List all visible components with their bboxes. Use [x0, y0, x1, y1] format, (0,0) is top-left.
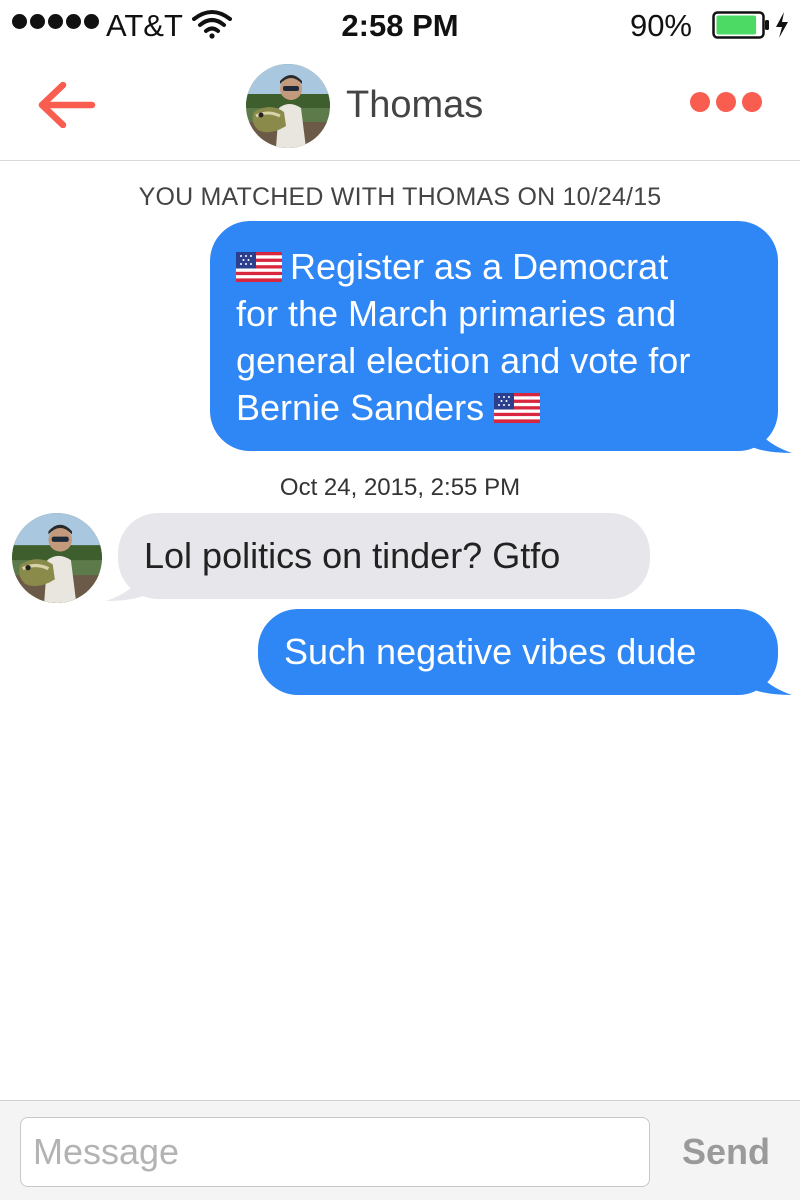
chat-screen: AT&T 2:58 PM 90% Thomas YOU MATCHED WITH… — [0, 0, 800, 1200]
message-input[interactable] — [20, 1117, 650, 1187]
status-bar: AT&T 2:58 PM 90% — [0, 0, 800, 52]
match-banner: YOU MATCHED WITH THOMAS ON 10/24/15 — [138, 183, 662, 211]
profile-photo-icon — [12, 513, 102, 603]
outgoing-message-bubble[interactable]: Such negative vibes dude — [258, 609, 778, 695]
incoming-message-bubble[interactable]: Lol politics on tinder? Gtfo — [118, 513, 650, 599]
us-flag-icon — [494, 393, 541, 423]
contact-avatar[interactable] — [246, 64, 330, 148]
charging-bolt-icon — [776, 12, 788, 38]
battery-icon — [712, 11, 769, 39]
message-text-line: Register as a Democrat — [290, 246, 669, 287]
sender-avatar[interactable] — [12, 513, 102, 603]
contact-name[interactable]: Thomas — [346, 84, 483, 127]
outgoing-message-bubble[interactable]: Register as a Democrat for the March pri… — [210, 221, 778, 451]
battery-percent: 90% — [629, 8, 692, 43]
profile-photo-icon — [246, 64, 330, 148]
message-text-line: general election and vote for — [236, 340, 691, 381]
message-text-line: for the March primaries and — [236, 293, 677, 334]
message-text: Such negative vibes dude — [284, 631, 697, 672]
more-dots-icon[interactable] — [690, 92, 762, 112]
send-button[interactable]: Send — [664, 1117, 788, 1187]
back-arrow-icon[interactable] — [38, 82, 96, 128]
message-timestamp: Oct 24, 2015, 2:55 PM — [279, 474, 521, 501]
message-list[interactable]: YOU MATCHED WITH THOMAS ON 10/24/15 Regi… — [0, 161, 800, 1099]
conversation-header: Thomas — [0, 52, 800, 161]
message-text-line: Bernie Sanders — [236, 387, 485, 428]
message-composer: Send — [0, 1100, 800, 1200]
us-flag-icon — [236, 252, 282, 282]
message-text: Lol politics on tinder? Gtfo — [144, 535, 561, 576]
